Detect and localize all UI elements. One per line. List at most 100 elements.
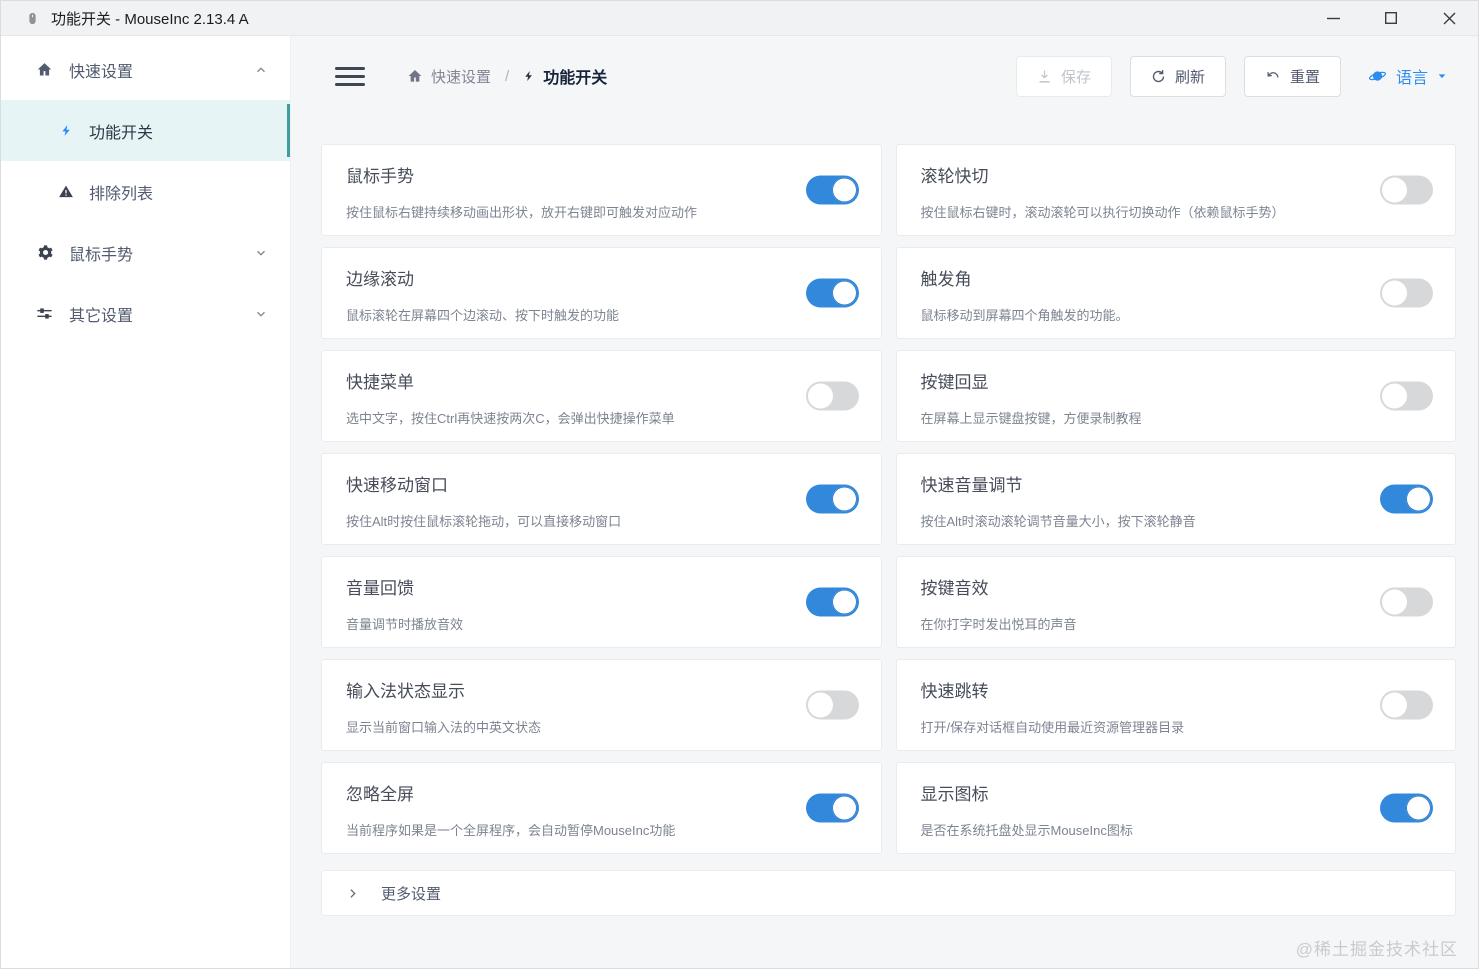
- feature-toggle[interactable]: [805, 484, 859, 514]
- feature-toggle[interactable]: [805, 381, 859, 411]
- feature-title: 滚轮快切: [920, 167, 989, 186]
- toggle-knob: [831, 795, 857, 821]
- feature-toggle[interactable]: [805, 690, 859, 720]
- sidebar: 快速设置 功能开关 排除列表 鼠标手势 其它设置: [1, 36, 291, 968]
- feature-description: 选中文字，按住Ctrl再快速按两次C，会弹出快捷操作菜单: [346, 411, 675, 426]
- chevron-right-icon: [346, 887, 359, 900]
- sidebar-item-other-settings[interactable]: 其它设置: [1, 283, 290, 344]
- caret-down-icon: [1436, 71, 1448, 81]
- sidebar-item-label: 快速设置: [69, 63, 134, 81]
- feature-toggle[interactable]: [1380, 484, 1433, 514]
- feature-card: 快速跳转 打开/保存对话框自动使用最近资源管理器目录: [895, 659, 1456, 751]
- feature-description: 当前程序如果是一个全屏程序，会自动暂停MouseInc功能: [346, 823, 676, 838]
- minimize-button[interactable]: [1304, 1, 1362, 35]
- breadcrumb-quick-settings[interactable]: 快速设置: [407, 66, 491, 87]
- sidebar-item-feature-switches[interactable]: 功能开关: [1, 100, 290, 161]
- feature-toggle[interactable]: [805, 793, 859, 823]
- toggle-knob: [807, 383, 833, 409]
- feature-toggle[interactable]: [1380, 381, 1433, 411]
- topbar: 快速设置 / 功能开关 保存 刷新 重置 语言: [291, 36, 1478, 116]
- undo-arrow-icon: [1265, 69, 1281, 83]
- sidebar-item-exclude-list[interactable]: 排除列表: [1, 161, 290, 222]
- save-button[interactable]: 保存: [1015, 55, 1112, 97]
- save-download-icon: [1037, 69, 1052, 84]
- reset-button[interactable]: 重置: [1243, 55, 1341, 97]
- feature-card: 快速音量调节 按住Alt时滚动滚轮调节音量大小，按下滚轮静音: [895, 453, 1456, 545]
- toggle-knob: [1382, 692, 1407, 718]
- feature-card: 输入法状态显示 显示当前窗口输入法的中英文状态: [321, 659, 882, 751]
- home-icon: [35, 61, 53, 78]
- breadcrumb-separator: /: [505, 67, 510, 85]
- window-title: 功能开关 - MouseInc 2.13.4 A: [51, 10, 249, 28]
- toggle-knob: [807, 692, 833, 718]
- feature-description: 按住鼠标右键持续移动画出形状，放开右键即可触发对应动作: [346, 205, 698, 220]
- sidebar-item-label: 功能开关: [89, 124, 154, 142]
- feature-card: 按键回显 在屏幕上显示键盘按键，方便录制教程: [895, 350, 1456, 442]
- toolbar-actions: 保存 刷新 重置 语言: [1015, 55, 1452, 97]
- feature-toggle[interactable]: [1380, 587, 1433, 617]
- feature-toggle[interactable]: [805, 175, 859, 205]
- sidebar-item-quick-settings[interactable]: 快速设置: [1, 39, 290, 100]
- more-settings-label: 更多设置: [381, 885, 442, 903]
- feature-card: 滚轮快切 按住鼠标右键时，滚动滚轮可以执行切换动作（依赖鼠标手势）: [895, 144, 1456, 236]
- toggle-knob: [1382, 177, 1407, 203]
- titlebar: 功能开关 - MouseInc 2.13.4 A: [1, 1, 1478, 36]
- sidebar-item-label: 鼠标手势: [69, 246, 134, 264]
- feature-description: 按住鼠标右键时，滚动滚轮可以执行切换动作（依赖鼠标手势）: [920, 205, 1285, 220]
- feature-toggle[interactable]: [1380, 278, 1433, 308]
- content-area: 鼠标手势 按住鼠标右键持续移动画出形状，放开右键即可触发对应动作 滚轮快切 按住…: [291, 116, 1478, 968]
- feature-card: 音量回馈 音量调节时播放音效: [321, 556, 882, 648]
- feature-card: 边缘滚动 鼠标滚轮在屏幕四个边滚动、按下时触发的功能: [321, 247, 882, 339]
- feature-cards-grid: 鼠标手势 按住鼠标右键持续移动画出形状，放开右键即可触发对应动作 滚轮快切 按住…: [321, 144, 1456, 854]
- gear-icon: [35, 244, 53, 261]
- feature-toggle[interactable]: [805, 587, 859, 617]
- lightning-icon: [523, 69, 535, 83]
- sidebar-item-label: 排除列表: [89, 185, 154, 203]
- app-window: 功能开关 - MouseInc 2.13.4 A 快速设置 功能开关 排除列表 …: [0, 0, 1479, 969]
- toggle-knob: [831, 589, 857, 615]
- language-button[interactable]: 语言: [1363, 58, 1452, 94]
- feature-title: 显示图标: [920, 785, 989, 804]
- maximize-button[interactable]: [1362, 1, 1420, 35]
- toggle-knob: [1406, 486, 1431, 512]
- warning-icon: [58, 184, 74, 199]
- feature-card: 鼠标手势 按住鼠标右键持续移动画出形状，放开右键即可触发对应动作: [321, 144, 882, 236]
- more-settings-row[interactable]: 更多设置: [321, 870, 1456, 916]
- watermark: @稀土掘金技术社区: [1295, 940, 1458, 959]
- chevron-down-icon: [254, 307, 268, 321]
- feature-title: 鼠标手势: [346, 167, 414, 186]
- feature-title: 快捷菜单: [346, 373, 414, 392]
- main-panel: 快速设置 / 功能开关 保存 刷新 重置 语言 鼠标手势 按住鼠标右键持续移动画…: [291, 36, 1478, 968]
- lightning-icon: [58, 123, 74, 138]
- feature-toggle[interactable]: [1380, 793, 1433, 823]
- feature-description: 按住Alt时滚动滚轮调节音量大小，按下滚轮静音: [920, 514, 1196, 529]
- chevron-down-icon: [254, 246, 268, 260]
- toggle-knob: [1406, 795, 1431, 821]
- toggle-knob: [831, 486, 857, 512]
- feature-description: 是否在系统托盘处显示MouseInc图标: [920, 823, 1133, 838]
- toggle-knob: [831, 177, 857, 203]
- feature-title: 忽略全屏: [346, 785, 414, 804]
- toggle-knob: [1382, 383, 1407, 409]
- breadcrumb: 快速设置 / 功能开关: [407, 64, 607, 88]
- toggle-knob: [831, 280, 857, 306]
- feature-description: 鼠标移动到屏幕四个角触发的功能。: [920, 308, 1129, 323]
- feature-card: 快捷菜单 选中文字，按住Ctrl再快速按两次C，会弹出快捷操作菜单: [321, 350, 882, 442]
- feature-toggle[interactable]: [805, 278, 859, 308]
- feature-description: 打开/保存对话框自动使用最近资源管理器目录: [920, 720, 1185, 735]
- feature-title: 边缘滚动: [346, 270, 414, 289]
- home-icon: [407, 68, 423, 84]
- feature-title: 触发角: [920, 270, 972, 289]
- refresh-button[interactable]: 刷新: [1129, 55, 1226, 97]
- feature-description: 显示当前窗口输入法的中英文状态: [346, 720, 542, 735]
- sidebar-item-mouse-gestures[interactable]: 鼠标手势: [1, 222, 290, 283]
- hamburger-menu-icon[interactable]: [335, 62, 365, 91]
- mouse-app-icon: [25, 11, 40, 26]
- close-button[interactable]: [1420, 1, 1478, 35]
- toggle-knob: [1382, 589, 1407, 615]
- feature-title: 快速音量调节: [920, 476, 1023, 495]
- sidebar-item-label: 其它设置: [69, 307, 134, 325]
- feature-card: 显示图标 是否在系统托盘处显示MouseInc图标: [895, 762, 1456, 854]
- feature-toggle[interactable]: [1380, 175, 1433, 205]
- feature-toggle[interactable]: [1380, 690, 1433, 720]
